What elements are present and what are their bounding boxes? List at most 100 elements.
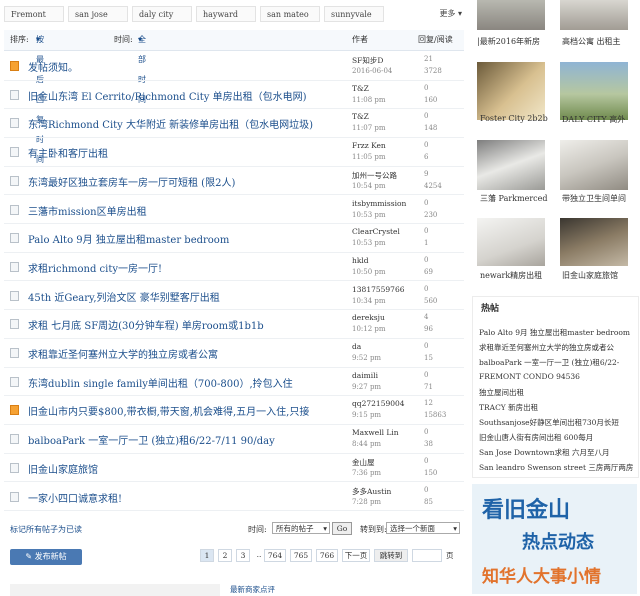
thread-title[interactable]: 求租靠近圣何塞州立大学的独立房或者公寓 — [28, 346, 218, 361]
page-link-764[interactable]: 764 — [264, 549, 286, 562]
listing-photo-parkmerced[interactable] — [477, 140, 545, 190]
thread-row[interactable]: 45th 近Geary,列治文区 豪华别墅客厅出租 13817559766 10:3… — [4, 282, 464, 311]
thread-author[interactable]: SF知步D — [352, 55, 383, 66]
thread-title[interactable]: 东湾dublin single family单间出租（700-800）,拎包入住 — [28, 375, 293, 390]
next-page-button[interactable]: 下一页 — [342, 549, 370, 562]
thread-title[interactable]: balboaPark 一室一厅一卫 (独立)租6/22-7/11 90/day — [28, 432, 275, 447]
thread-row[interactable]: 求租靠近圣何塞州立大学的独立房或者公寓 da 9:52 pm 0 15 — [4, 339, 464, 368]
thread-title[interactable]: 求租 七月底 SF周边(30分钟车程) 单房room或1b1b — [28, 317, 264, 332]
thread-title[interactable]: 一家小四口诚意求租! — [28, 490, 122, 505]
thread-row[interactable]: 旧金山东湾 El Cerrito/Richmond City 单房出租（包水电网… — [4, 81, 464, 110]
listing-caption-foster-city[interactable]: Foster City 2b2b — [480, 114, 548, 123]
city-filter-san-jose[interactable]: san jose — [68, 6, 128, 22]
new-post-button[interactable]: ✎ 发布新帖 — [10, 549, 82, 565]
sort-dropdown[interactable]: 按最后回复时间 ▾ — [36, 30, 44, 164]
more-cities-link[interactable]: 更多 ▾ — [439, 8, 462, 19]
thread-author[interactable]: Frzz Ken — [352, 141, 386, 150]
hot-post-link[interactable]: Palo Alto 9月 独立屋出租master bedroom — [479, 327, 630, 338]
hot-post-link[interactable]: 求租靠近圣何塞州立大学的独立房或者公 — [479, 342, 614, 353]
thread-row[interactable]: 东湾Richmond City 大华附近 新装修单房出租（包水电网垃圾) T&Z 1… — [4, 109, 464, 138]
city-filter-daly-city[interactable]: daly city — [132, 6, 192, 22]
jump-select[interactable]: 选择一个新面 ▾ — [386, 522, 460, 534]
page-link-2[interactable]: 2 — [218, 549, 232, 562]
thread-row[interactable]: 东湾dublin single family单间出租（700-800）,拎包入住… — [4, 368, 464, 397]
listing-photo-top-1[interactable] — [477, 0, 545, 30]
thread-title[interactable]: 东湾Richmond City 大华附近 新装修单房出租（包水电网垃圾) — [28, 116, 313, 131]
listing-photo-bathroom[interactable] — [560, 140, 628, 190]
thread-author[interactable]: daimili — [352, 371, 378, 380]
thread-author[interactable]: da — [352, 342, 361, 351]
thread-row[interactable]: 有主卧和客厅出租 Frzz Ken 11:05 pm 0 6 — [4, 138, 464, 167]
thread-row[interactable]: 一家小四口诚意求租! 多多Austin 7:28 pm 0 85 — [4, 483, 464, 511]
thread-title[interactable]: 旧金山市内只要$800,带衣橱,带天窗,机会难得,五月一入住,只接 — [28, 403, 309, 418]
thread-author[interactable]: dereksju — [352, 313, 385, 322]
thread-row[interactable]: Palo Alto 9月 独立屋出租master bedroom ClearCry… — [4, 224, 464, 253]
thread-row[interactable]: 三藩市mission区单房出租 itsbymmission 10:53 pm 0 230 — [4, 196, 464, 224]
thread-author[interactable]: itsbymmission — [352, 199, 406, 208]
listing-caption-bathroom[interactable]: 带独立卫生间单间 — [562, 193, 626, 204]
city-filter-fremont[interactable]: Fremont — [4, 6, 64, 22]
go-button[interactable]: Go — [332, 522, 352, 535]
listing-caption-top-2[interactable]: 高档公寓 出租主 — [562, 36, 621, 47]
listing-caption-parkmerced[interactable]: 三藩 Parkmerced — [480, 193, 548, 204]
thread-title[interactable]: 东湾最好区独立套房车一房一厅可短租 (限2人) — [28, 174, 235, 189]
thread-author[interactable]: 多多Austin — [352, 486, 391, 497]
listing-caption-daly-city[interactable]: DALY CITY 高外 — [562, 114, 625, 125]
thread-title[interactable]: 旧金山东湾 El Cerrito/Richmond City 单房出租（包水电网… — [28, 88, 306, 103]
hot-post-link[interactable]: 独立屋间出租 — [479, 387, 524, 398]
thread-row[interactable]: 求租 七月底 SF周边(30分钟车程) 单房room或1b1b dereksju 1… — [4, 310, 464, 339]
listing-photo-foster-city[interactable] — [477, 62, 545, 120]
goto-page-input[interactable] — [412, 549, 442, 562]
listing-caption-family-hotel[interactable]: 旧金山家庭旅馆 — [562, 270, 618, 281]
listing-photo-newark[interactable] — [477, 218, 545, 266]
thread-author[interactable]: T&Z — [352, 84, 369, 93]
time-dropdown[interactable]: 全部时间 ▾ — [138, 30, 146, 104]
thread-author[interactable]: qq272159004 — [352, 399, 405, 408]
city-filter-san-mateo[interactable]: san mateo — [260, 6, 320, 22]
thread-views: 38 — [424, 440, 433, 449]
hot-post-link[interactable]: San leandro Swenson street 三房两厅两房 — [479, 462, 633, 473]
page-link-766[interactable]: 766 — [316, 549, 338, 562]
city-filter-hayward[interactable]: hayward — [196, 6, 256, 22]
thread-row[interactable]: 东湾最好区独立套房车一房一厅可短租 (限2人) 加州一号公路 10:54 pm 9 42… — [4, 167, 464, 196]
listing-photo-daly-city[interactable] — [560, 62, 628, 120]
listing-caption-newark[interactable]: newark精房出租 — [480, 270, 542, 281]
thread-row[interactable]: balboaPark 一室一厅一卫 (独立)租6/22-7/11 90/day M… — [4, 425, 464, 454]
hot-post-link[interactable]: 旧金山唐人街有房间出租 600每月 — [479, 432, 593, 443]
thread-author[interactable]: hkld — [352, 256, 369, 265]
thread-title[interactable]: Palo Alto 9月 独立屋出租master bedroom — [28, 231, 229, 246]
thread-author[interactable]: 13817559766 — [352, 285, 405, 294]
hot-post-link[interactable]: TRACY 新房出租 — [479, 402, 538, 413]
footer-link[interactable]: 最新商家点评 — [230, 584, 275, 595]
thread-title[interactable]: 三藩市mission区单房出租 — [28, 203, 147, 218]
thread-row[interactable]: 旧金山市内只要$800,带衣橱,带天窗,机会难得,五月一入住,只接 qq27215… — [4, 396, 464, 425]
hot-post-link[interactable]: FREMONT CONDO 94536 — [479, 372, 580, 381]
thread-author[interactable]: 金山屋 — [352, 457, 375, 468]
thread-title[interactable]: 45th 近Geary,列治文区 豪华别墅客厅出租 — [28, 289, 220, 304]
listing-caption-top-1[interactable]: |最新2016年新房 — [477, 36, 540, 47]
mark-read-link[interactable]: 标记所有帖子为已读 — [10, 524, 82, 535]
time-filter-select[interactable]: 所有的帖子 ▾ — [272, 522, 330, 534]
thread-author[interactable]: ClearCrystel — [352, 227, 400, 236]
thread-author[interactable]: T&Z — [352, 112, 369, 121]
page-link-1[interactable]: 1 — [200, 549, 214, 562]
thread-title[interactable]: 有主卧和客厅出租 — [28, 145, 108, 160]
city-filter-sunnyvale[interactable]: sunnyvale — [324, 6, 384, 22]
promo-banner[interactable]: 看旧金山 热点动态 知华人大事小情 — [472, 484, 637, 594]
thread-row[interactable]: 发帖须知。 SF知步D 2016-06-04 21 3728 — [4, 52, 464, 81]
thread-author[interactable]: 加州一号公路 — [352, 170, 397, 181]
thread-author[interactable]: Maxwell Lin — [352, 428, 399, 437]
goto-page-button[interactable]: 跳转到 — [374, 549, 408, 562]
hot-post-link[interactable]: balboaPark 一室一厅一卫 (独立)租6/22- — [479, 357, 619, 368]
page-link-765[interactable]: 765 — [290, 549, 312, 562]
listing-photo-top-2[interactable] — [560, 0, 628, 30]
hot-post-link[interactable]: San Jose Downtown求租 六月至八月 — [479, 447, 609, 458]
page-link-3[interactable]: 3 — [236, 549, 250, 562]
thread-title[interactable]: 发帖须知。 — [28, 59, 78, 74]
thread-title[interactable]: 旧金山家庭旅馆 — [28, 461, 98, 476]
thread-row[interactable]: 旧金山家庭旅馆 金山屋 7:36 pm 0 150 — [4, 454, 464, 483]
listing-photo-family-hotel[interactable] — [560, 218, 628, 266]
thread-title[interactable]: 求租richmond city一房一厅! — [28, 260, 162, 275]
hot-post-link[interactable]: Southsanjose好静区单间出租730月长短 — [479, 417, 619, 428]
thread-row[interactable]: 求租richmond city一房一厅! hkld 10:50 pm 0 69 — [4, 253, 464, 282]
